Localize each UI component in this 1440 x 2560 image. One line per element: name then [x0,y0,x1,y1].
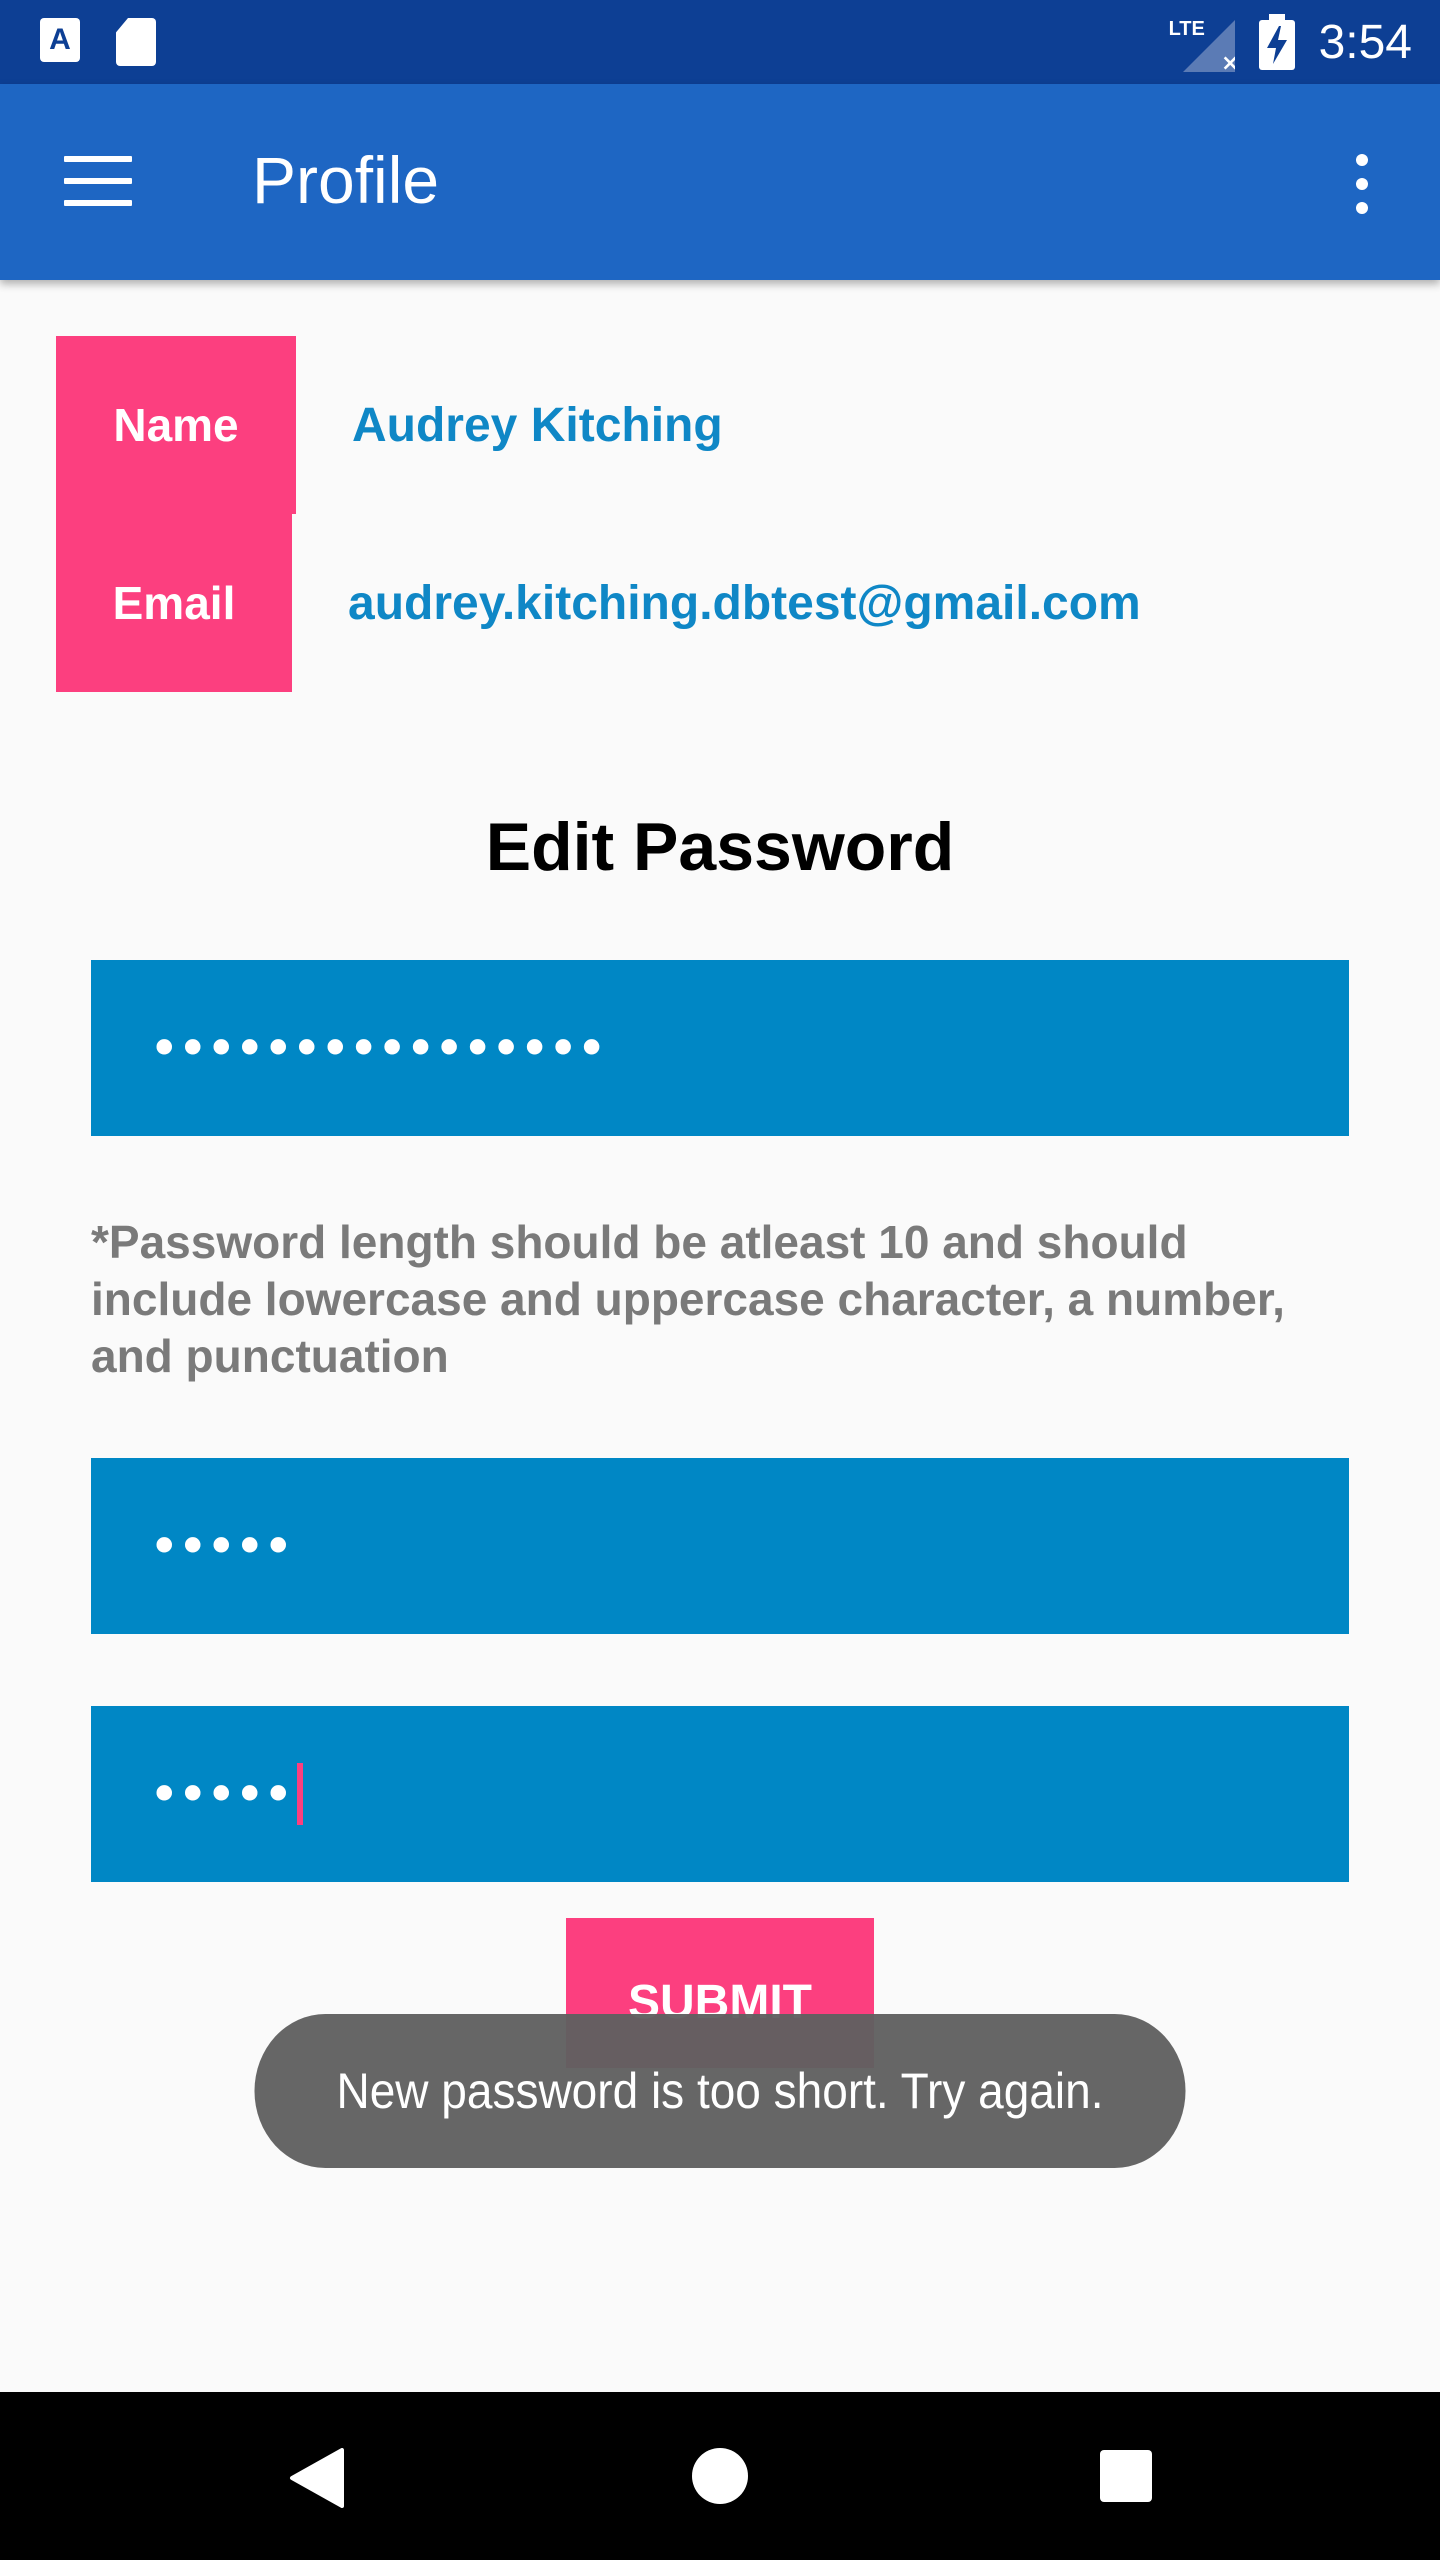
toast-message: New password is too short. Try again. [254,2014,1186,2168]
signal-icon: LTE × [1169,14,1235,72]
email-label: Email [56,514,292,692]
email-value: audrey.kitching.dbtest@gmail.com [348,577,1141,630]
sd-card-icon [116,18,156,66]
svg-text:×: × [1221,51,1235,72]
current-password-value: •••••••••••••••• [151,1022,607,1074]
new-password-value: ••••• [151,1520,294,1572]
confirm-password-field[interactable]: ••••• [91,1706,1349,1882]
page-title: Profile [252,143,440,217]
home-icon[interactable] [692,2448,748,2504]
recents-icon[interactable] [1100,2450,1152,2502]
app-bar: Profile [0,84,1440,280]
battery-charging-icon [1258,14,1295,70]
current-password-field[interactable]: •••••••••••••••• [91,960,1349,1136]
more-vert-icon[interactable] [1350,154,1374,214]
app-a-icon: A [40,18,80,62]
name-value: Audrey Kitching [352,399,723,452]
confirm-password-value: ••••• [151,1768,294,1820]
edit-password-title: Edit Password [485,809,955,885]
status-left-icons: A [40,18,156,66]
name-label: Name [56,336,296,514]
new-password-field[interactable]: ••••• [91,1458,1349,1634]
menu-icon[interactable] [64,156,132,208]
password-hint: *Password length should be atleast 10 an… [91,1216,1285,1382]
signal-triangle-icon: × [1182,20,1235,72]
text-cursor [297,1763,304,1825]
status-right-icons: LTE × 3:54 [1169,10,1412,74]
back-icon[interactable] [288,2448,344,2508]
status-time: 3:54 [1318,15,1412,69]
navigation-bar [0,2392,1440,2560]
status-bar: A LTE × 3:54 [0,0,1440,84]
